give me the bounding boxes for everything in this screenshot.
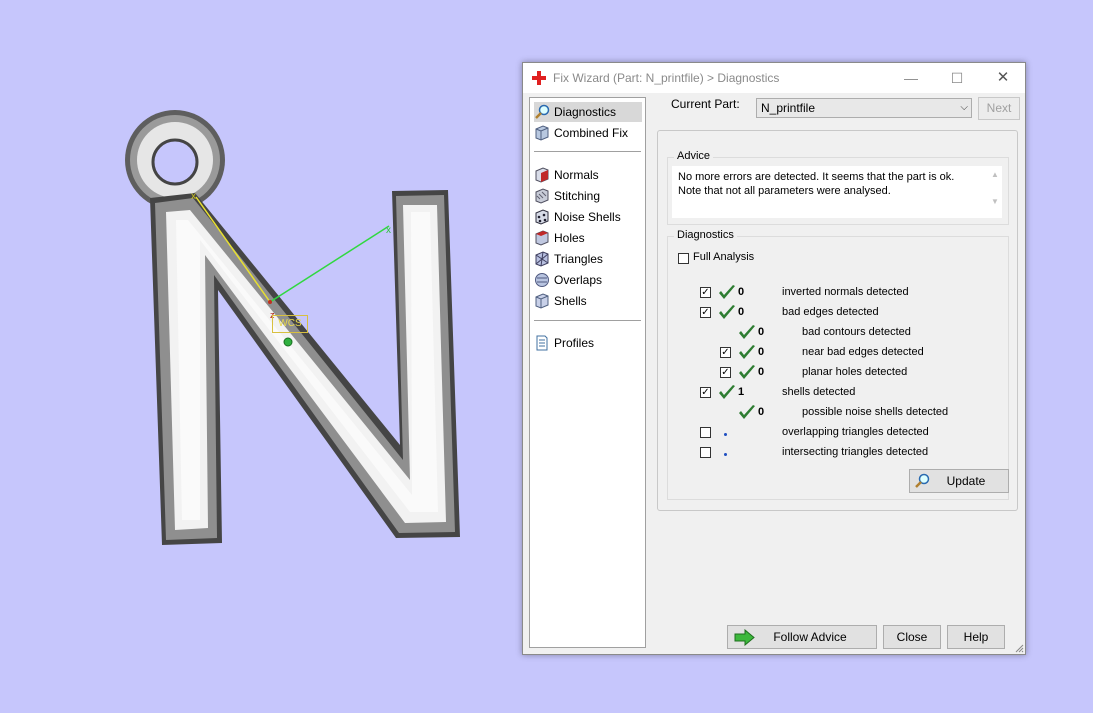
follow-advice-button[interactable]: Follow Advice — [727, 625, 877, 649]
svg-text:x: x — [191, 191, 196, 202]
diagnostic-checkbox[interactable] — [700, 427, 711, 438]
ring-hole — [151, 138, 199, 186]
diagnostic-label: inverted normals detected — [782, 286, 909, 298]
diagnostic-label: possible noise shells detected — [802, 406, 949, 418]
wcs-label: WCS — [272, 315, 308, 333]
full-analysis-checkbox[interactable] — [678, 253, 689, 264]
nav-item-shells[interactable]: Shells — [534, 291, 642, 311]
advice-scrollbar[interactable]: ▲ ▼ — [988, 166, 1002, 218]
diagnostic-checkbox[interactable]: ✓ — [700, 307, 711, 318]
green-check-icon — [739, 345, 755, 359]
diagnostic-count: 0 — [758, 326, 765, 338]
diagnostics-title: Diagnostics — [674, 229, 737, 241]
diagnostic-checkbox[interactable]: ✓ — [700, 287, 711, 298]
diagnostics-panel: Advice No more errors are detected. It s… — [657, 130, 1018, 511]
green-check-icon — [739, 325, 755, 339]
pending-dot-icon — [724, 433, 727, 436]
pending-dot-icon — [724, 453, 727, 456]
diagnostic-checkbox[interactable]: ✓ — [700, 387, 711, 398]
diagnostic-checkbox[interactable]: ✓ — [720, 347, 731, 358]
diagnostic-label: bad edges detected — [782, 306, 879, 318]
help-button[interactable]: Help — [947, 625, 1005, 649]
green-check-icon — [719, 285, 735, 299]
3d-viewport[interactable]: x x z WCS — [0, 0, 520, 710]
full-analysis-label: Full Analysis — [693, 251, 755, 263]
title-bar[interactable]: Fix Wizard (Part: N_printfile) > Diagnos… — [523, 63, 1025, 93]
current-part-select[interactable]: N_printfile ⌵ — [756, 98, 972, 118]
nav-item-overlaps[interactable]: Overlaps — [534, 270, 642, 290]
advice-text: No more errors are detected. It seems th… — [672, 166, 998, 218]
next-button[interactable]: Next — [978, 97, 1020, 120]
overlaps-icon — [535, 273, 549, 287]
nav-item-noise-shells[interactable]: Noise Shells — [534, 207, 642, 227]
nav-item-profiles[interactable]: Profiles — [534, 333, 642, 353]
red-cross-icon — [532, 71, 546, 85]
stitching-cube-icon — [535, 188, 549, 204]
update-label: Update — [946, 474, 986, 488]
diagnostic-count: 1 — [738, 386, 745, 398]
resize-grip-icon[interactable] — [1014, 643, 1024, 653]
noise-shells-icon — [535, 209, 549, 225]
part-model-n: x x z — [125, 110, 460, 545]
close-button[interactable]: Close — [883, 625, 941, 649]
current-part-value: N_printfile — [761, 101, 816, 115]
advice-line: Note that not all parameters were analys… — [678, 185, 891, 197]
diagnostic-label: overlapping triangles detected — [782, 426, 929, 438]
nav-item-holes[interactable]: Holes — [534, 228, 642, 248]
nav-item-stitching[interactable]: Stitching — [534, 186, 642, 206]
advice-title: Advice — [674, 150, 714, 162]
diagnostic-label: planar holes detected — [802, 366, 908, 378]
dialog-title: Fix Wizard (Part: N_printfile) > Diagnos… — [553, 71, 780, 85]
nav-item-diagnostics[interactable]: Diagnostics — [534, 102, 642, 122]
maximize-button[interactable]: ☐ — [934, 63, 980, 93]
fix-wizard-dialog: Fix Wizard (Part: N_printfile) > Diagnos… — [522, 62, 1026, 655]
advice-group: Advice No more errors are detected. It s… — [667, 150, 1009, 225]
diagnostic-count: 0 — [738, 286, 745, 298]
document-icon — [536, 335, 548, 351]
magnifier-icon — [915, 473, 930, 488]
magnifier-icon — [535, 104, 550, 119]
diagnostics-group: Diagnostics Full Analysis ✓ 0 inverted nor… — [667, 229, 1009, 500]
diagnostic-label: shells detected — [782, 386, 856, 398]
advice-line: No more errors are detected. It seems th… — [678, 171, 955, 183]
holes-cube-icon — [535, 230, 549, 246]
green-check-icon — [739, 365, 755, 379]
nav-item-normals[interactable]: Normals — [534, 165, 642, 185]
green-check-icon — [719, 385, 735, 399]
nav-divider — [534, 151, 641, 152]
close-window-button[interactable]: ✕ — [980, 63, 1026, 93]
shells-cube-icon — [535, 293, 549, 309]
diagnostic-count: 0 — [758, 366, 765, 378]
diagnostic-label: bad contours detected — [802, 326, 911, 338]
diagnostic-count: 0 — [758, 346, 765, 358]
current-part-label: Current Part: — [671, 97, 740, 111]
diagnostic-checkbox[interactable] — [700, 447, 711, 458]
origin-marker — [283, 337, 293, 347]
nav-divider — [534, 320, 641, 321]
update-button[interactable]: Update — [909, 469, 1009, 493]
green-check-icon — [739, 405, 755, 419]
green-arrow-icon — [734, 629, 755, 646]
diagnostic-label: intersecting triangles detected — [782, 446, 929, 458]
nav-item-combined-fix[interactable]: Combined Fix — [534, 123, 642, 143]
nav-item-triangles[interactable]: Triangles — [534, 249, 642, 269]
wizard-nav: Diagnostics Combined Fix Normals Stitchi… — [529, 97, 646, 648]
follow-advice-label: Follow Advice — [773, 630, 847, 644]
diagnostic-checkbox[interactable]: ✓ — [720, 367, 731, 378]
chevron-down-icon: ⌵ — [960, 102, 968, 113]
triangles-icon — [535, 251, 549, 267]
diagnostic-count: 0 — [758, 406, 765, 418]
green-check-icon — [719, 305, 735, 319]
diagnostic-label: near bad edges detected — [802, 346, 924, 358]
normals-cube-icon — [535, 167, 549, 183]
y-axis-line — [269, 225, 390, 303]
cube-icon — [535, 125, 549, 141]
minimize-button[interactable]: — — [888, 63, 934, 93]
svg-text:x: x — [386, 225, 391, 236]
diagnostic-count: 0 — [738, 306, 745, 318]
